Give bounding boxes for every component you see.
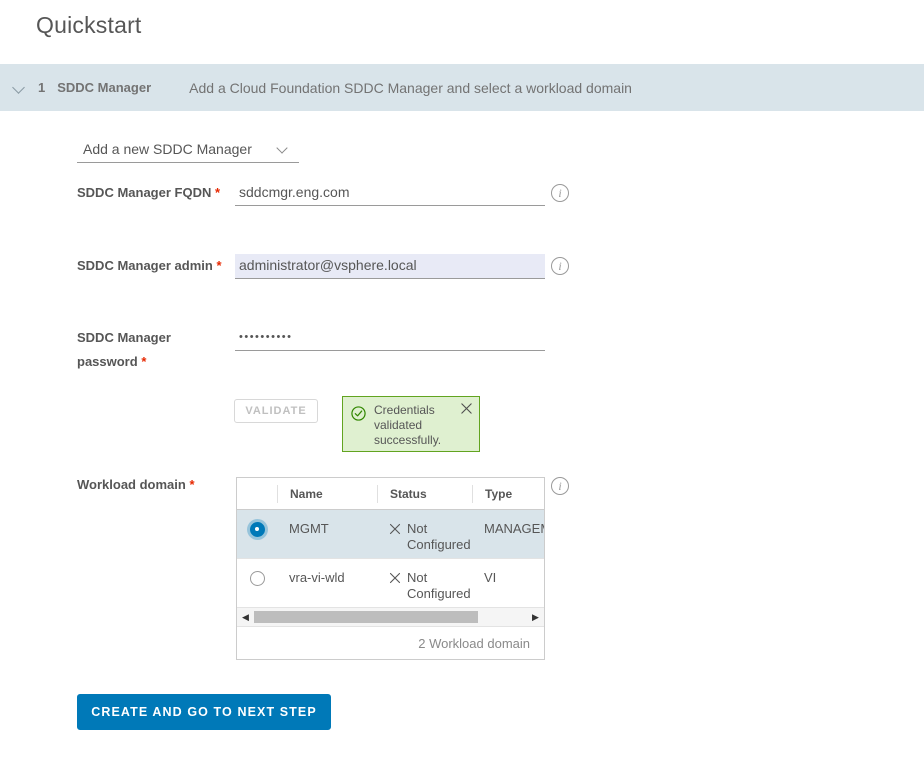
alert-message: Credentials validated successfully. bbox=[374, 403, 442, 447]
admin-label: SDDC Manager admin * bbox=[77, 254, 227, 278]
chevron-down-icon[interactable] bbox=[277, 143, 289, 155]
scrollbar-track[interactable] bbox=[254, 611, 527, 623]
fqdn-input[interactable] bbox=[235, 181, 545, 206]
table-row[interactable]: MGMT Not Configured MANAGEMENT bbox=[237, 510, 544, 559]
workload-domain-datagrid: Name Status Type MGMT Not Configured MAN… bbox=[236, 477, 545, 660]
column-header-type: Type bbox=[472, 484, 544, 503]
info-circle-icon[interactable]: i bbox=[551, 184, 569, 202]
close-x-icon bbox=[389, 572, 401, 584]
admin-label-text: SDDC Manager admin bbox=[77, 258, 213, 273]
close-x-icon bbox=[389, 523, 401, 535]
form-row-admin: SDDC Manager admin * i bbox=[0, 254, 924, 302]
radio-button-vra-vi-wld[interactable] bbox=[249, 571, 265, 586]
fqdn-label-text: SDDC Manager FQDN bbox=[77, 185, 212, 200]
cell-name: MGMT bbox=[289, 521, 329, 536]
column-header-name: Name bbox=[277, 484, 377, 503]
cell-name: vra-vi-wld bbox=[289, 570, 345, 585]
column-header-status: Status bbox=[377, 484, 472, 503]
page-title: Quickstart bbox=[36, 12, 142, 38]
chevron-down-icon[interactable] bbox=[12, 80, 28, 96]
cell-type: VI bbox=[484, 570, 497, 585]
validate-button[interactable]: VALIDATE bbox=[234, 399, 318, 423]
required-asterisk: * bbox=[141, 354, 147, 369]
cell-type: MANAGEMENT bbox=[484, 521, 544, 536]
step-header-sddc-manager[interactable]: 1 SDDC Manager Add a Cloud Foundation SD… bbox=[0, 64, 924, 111]
cell-status-text: Not Configured bbox=[407, 570, 471, 601]
required-asterisk: * bbox=[189, 477, 195, 492]
info-circle-icon[interactable]: i bbox=[551, 477, 569, 495]
check-circle-icon bbox=[351, 406, 366, 421]
datagrid-footer: 2 Workload domain bbox=[237, 627, 544, 659]
form-row-password: SDDC Manager password * bbox=[0, 326, 924, 374]
scrollbar-thumb[interactable] bbox=[254, 611, 478, 623]
table-row[interactable]: vra-vi-wld Not Configured VI bbox=[237, 559, 544, 608]
datagrid-header-row: Name Status Type bbox=[237, 478, 544, 510]
sddc-manager-mode-select[interactable]: Add a new SDDC Manager bbox=[77, 135, 299, 163]
close-icon[interactable] bbox=[460, 402, 473, 415]
cell-status-text: Not Configured bbox=[407, 521, 471, 552]
admin-input[interactable] bbox=[235, 254, 545, 279]
scroll-left-arrow-icon[interactable]: ◀ bbox=[237, 608, 254, 626]
sddc-manager-mode-value: Add a new SDDC Manager bbox=[83, 140, 252, 157]
workload-domain-label: Workload domain * bbox=[77, 477, 195, 492]
fqdn-label: SDDC Manager FQDN * bbox=[77, 181, 227, 205]
scroll-right-arrow-icon[interactable]: ▶ bbox=[527, 608, 544, 626]
required-asterisk: * bbox=[214, 185, 221, 200]
create-and-go-to-next-step-button[interactable]: CREATE AND GO TO NEXT STEP bbox=[77, 694, 331, 730]
password-label-text: SDDC Manager password bbox=[77, 330, 171, 369]
datagrid-row-count: 2 Workload domain bbox=[418, 635, 530, 651]
form-row-fqdn: SDDC Manager FQDN * i bbox=[0, 181, 924, 229]
workload-domain-label-text: Workload domain bbox=[77, 477, 186, 492]
row-select-cell[interactable] bbox=[237, 570, 277, 586]
step-description: Add a Cloud Foundation SDDC Manager and … bbox=[189, 79, 632, 96]
step-number: 1 bbox=[38, 80, 46, 95]
info-circle-icon[interactable]: i bbox=[551, 257, 569, 275]
row-select-cell[interactable] bbox=[237, 521, 277, 537]
password-label: SDDC Manager password * bbox=[77, 326, 227, 374]
password-input[interactable] bbox=[235, 326, 545, 351]
required-asterisk: * bbox=[216, 258, 222, 273]
datagrid-horizontal-scrollbar[interactable]: ◀ ▶ bbox=[237, 608, 544, 627]
cell-status: Not Configured bbox=[377, 521, 472, 553]
step-title: SDDC Manager bbox=[57, 80, 152, 95]
cell-status: Not Configured bbox=[377, 570, 472, 602]
validation-success-alert: Credentials validated successfully. bbox=[342, 396, 480, 452]
radio-button-mgmt[interactable] bbox=[249, 522, 265, 537]
